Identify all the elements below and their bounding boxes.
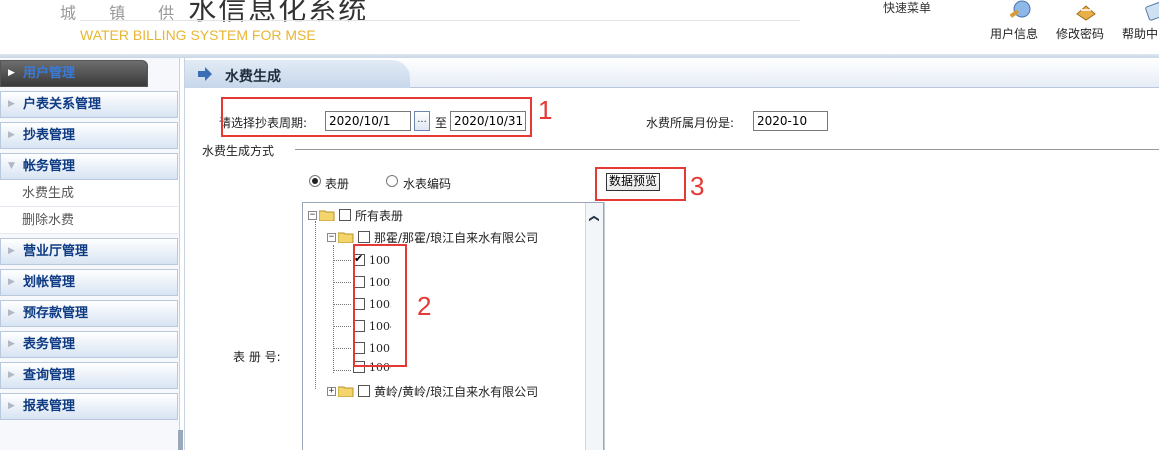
sidebar-item-label: 抄表管理 (23, 128, 76, 143)
tree-group-checkbox[interactable] (358, 385, 370, 397)
sidebar-item-transfer[interactable]: ▶ 划帐管理 (0, 269, 178, 296)
collapsed-arrow-icon: ▶ (8, 277, 15, 287)
sidebar-item-report[interactable]: ▶ 报表管理 (0, 393, 178, 420)
collapsed-arrow-icon: ▶ (8, 401, 15, 411)
change-password-button[interactable]: 修改密码 (1056, 0, 1116, 41)
collapse-icon[interactable]: − (308, 210, 317, 220)
tree-group[interactable]: + 黄岭/黄岭/琅江自来水有限公司 (327, 382, 538, 400)
folder-icon (338, 386, 354, 397)
sidebar-item-label: 户表关系管理 (23, 97, 102, 112)
system-title-main: 水信息化系统 (188, 0, 369, 26)
expand-icon[interactable]: + (327, 386, 336, 396)
page-title: 水费生成 (225, 69, 281, 85)
sidebar-item-label: 表务管理 (23, 337, 76, 352)
sidebar-item-query[interactable]: ▶ 查询管理 (0, 362, 178, 389)
annotation-box-1 (221, 97, 532, 137)
collapsed-arrow-icon: ▶ (8, 339, 15, 349)
user-info-button[interactable]: 用户信息 (990, 0, 1050, 41)
tree-connector (333, 326, 351, 327)
tree-scrollbar[interactable]: ❯ (585, 203, 603, 450)
annotation-box-3 (595, 167, 686, 201)
sidebar-splitter-handle[interactable] (178, 430, 183, 450)
folder-open-icon (338, 232, 354, 243)
help-icon (1145, 1, 1159, 21)
annotation-number-2: 2 (417, 291, 432, 321)
change-password-label: 修改密码 (1056, 27, 1105, 41)
collapsed-arrow-icon: ▶ (8, 246, 15, 256)
help-label: 帮助中 (1122, 27, 1159, 41)
system-title-en: WATER BILLING SYSTEM FOR MSE (80, 27, 316, 43)
content-title-tab: 水费生成 (185, 60, 410, 88)
tree-connector (333, 260, 351, 261)
month-input[interactable]: 2020-10 (753, 111, 828, 131)
sidebar-item-meter-reading[interactable]: ▶ 抄表管理 (0, 122, 178, 149)
arrow-right-icon (198, 67, 212, 81)
collapsed-arrow-icon: ▶ (8, 130, 15, 140)
folder-open-icon (319, 210, 335, 221)
app-header: 城 镇 供水信息化系统 WATER BILLING SYSTEM FOR MSE… (0, 0, 1159, 56)
radio-meter-book[interactable] (309, 175, 321, 187)
sidebar-subitem-generate-fee[interactable]: 水费生成 (0, 180, 178, 207)
sidebar-item-label: 预存款管理 (23, 306, 89, 321)
tree-connector (333, 245, 334, 373)
sidebar-item-label: 帐务管理 (23, 159, 76, 174)
sidebar-subitem-delete-fee[interactable]: 删除水费 (0, 207, 178, 234)
radio-meter-code-label: 水表编码 (403, 177, 452, 191)
collapsed-arrow-icon: ▶ (8, 308, 15, 318)
system-title: 城 镇 供水信息化系统 (60, 0, 368, 28)
month-label: 水费所属月份是: (646, 116, 735, 130)
change-password-icon (1076, 5, 1096, 21)
radio-meter-code[interactable] (386, 175, 398, 187)
sidebar-item-accounting[interactable]: ▼ 帐务管理 (0, 153, 178, 180)
sidebar-item-user-management[interactable]: ▶ 用户管理 (0, 60, 148, 87)
main-content: 水费生成 请选择抄表周期: 2020/10/1 ... 至 2020/10/31… (184, 58, 1159, 450)
annotation-box-2 (353, 244, 407, 367)
sidebar: ▶ 用户管理 ▶ 户表关系管理 ▶ 抄表管理 ▼ 帐务管理 水费生成 删除水费 … (0, 58, 180, 450)
sidebar-item-label: 查询管理 (23, 368, 76, 383)
quick-menu[interactable]: 快速菜单 (883, 0, 931, 16)
collapsed-arrow-icon: ▶ (8, 68, 15, 78)
meter-book-label: 表 册 号: (233, 350, 281, 364)
method-divider (295, 149, 1159, 150)
expanded-arrow-icon: ▼ (8, 161, 15, 171)
tree-group-checkbox[interactable] (358, 231, 370, 243)
tree-root-label: 所有表册 (355, 208, 404, 223)
tree-right-border (604, 202, 605, 450)
sidebar-item-business-hall[interactable]: ▶ 营业厅管理 (0, 238, 178, 265)
tree-connector (333, 370, 351, 371)
sidebar-item-meter-affairs[interactable]: ▶ 表务管理 (0, 331, 178, 358)
method-label: 水费生成方式 (202, 144, 275, 158)
tree-group-label: 黄岭/黄岭/琅江自来水有限公司 (374, 384, 539, 399)
scroll-up-icon[interactable]: ❯ (589, 214, 600, 222)
sidebar-item-account-meter-relation[interactable]: ▶ 户表关系管理 (0, 91, 178, 118)
collapse-icon[interactable]: − (327, 232, 336, 242)
meter-book-tree[interactable]: − 所有表册 − 那霍/那霍/琅江自来水有限公司 1001 1002 1003 … (302, 202, 604, 450)
annotation-number-1: 1 (538, 95, 553, 125)
radio-meter-book-label: 表册 (325, 177, 350, 191)
sidebar-item-label: 营业厅管理 (23, 244, 89, 259)
collapsed-arrow-icon: ▶ (8, 370, 15, 380)
sidebar-item-prepaid[interactable]: ▶ 预存款管理 (0, 300, 178, 327)
tree-connector (315, 221, 316, 389)
tree-root-checkbox[interactable] (339, 209, 351, 221)
tree-connector (333, 304, 351, 305)
header-divider (80, 20, 800, 21)
user-info-label: 用户信息 (990, 27, 1039, 41)
tree-group-label: 那霍/那霍/琅江自来水有限公司 (374, 230, 539, 245)
tree-connector (333, 282, 351, 283)
tree-root[interactable]: − 所有表册 (308, 206, 403, 224)
sidebar-item-label: 报表管理 (23, 399, 76, 414)
help-button[interactable]: 帮助中 (1122, 0, 1159, 41)
annotation-number-3: 3 (690, 171, 705, 201)
collapsed-arrow-icon: ▶ (8, 99, 15, 109)
sidebar-item-label: 划帐管理 (23, 275, 76, 290)
tree-connector (333, 348, 351, 349)
user-info-icon (1009, 0, 1031, 18)
sidebar-item-label: 用户管理 (23, 66, 76, 81)
